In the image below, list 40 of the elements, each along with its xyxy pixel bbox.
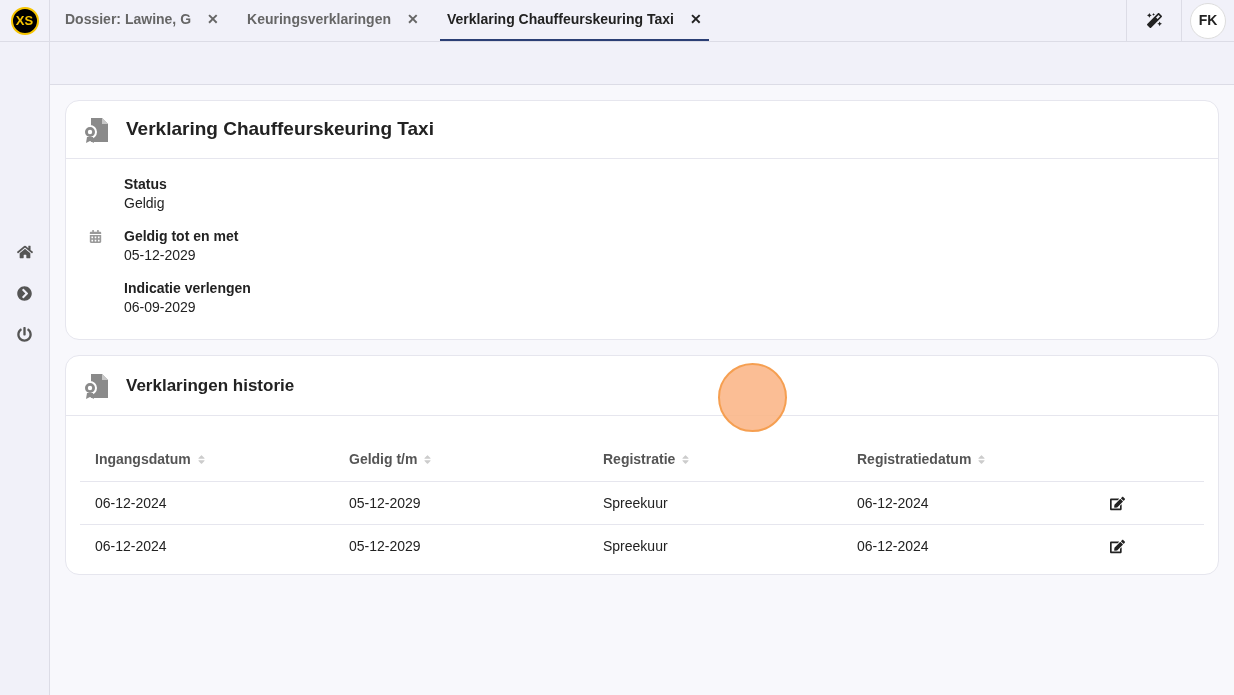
field-label: Geldig tot en met	[124, 227, 239, 246]
table-cell-text: 06-12-2024	[856, 537, 930, 556]
sort-icon	[680, 454, 692, 465]
table-cell-text: 06-12-2024	[856, 493, 930, 513]
card-title: Verklaring Chauffeurskeuring Taxi	[126, 117, 434, 142]
power-icon[interactable]	[17, 327, 32, 342]
table-cell-text: 05-12-2029	[348, 537, 422, 556]
field-value: Geldig	[124, 194, 166, 213]
sort-icon	[195, 454, 207, 465]
tab[interactable]: Verklaring Chauffeurskeuring Taxi ✕	[440, 0, 709, 41]
column-header[interactable]: Registratie	[588, 449, 842, 470]
table-cell-text: Spreekuur	[602, 537, 669, 556]
table-cell-text: 06-12-2024	[94, 537, 168, 556]
edit-icon[interactable]	[1110, 539, 1125, 554]
field-label: Indicatie verlengen	[124, 279, 251, 298]
tab[interactable]: Keuringsverklaringen ✕	[240, 0, 426, 41]
sort-icon	[422, 454, 434, 465]
home-icon[interactable]	[16, 244, 33, 260]
calendar-icon	[88, 230, 102, 243]
close-tab-button[interactable]: ✕	[207, 9, 220, 30]
column-header[interactable]: Registratiedatum	[842, 449, 1096, 470]
table-cell-text: 05-12-2029	[348, 493, 422, 513]
logo[interactable]: XS	[10, 6, 39, 35]
column-header[interactable]: Geldig t/m	[334, 449, 588, 470]
field-label: Status	[124, 175, 167, 194]
certificate-document-icon	[82, 371, 110, 400]
table-cell-text: Spreekuur	[602, 493, 669, 513]
tab[interactable]: Dossier: Lawine, G ✕	[58, 0, 227, 41]
table-cell-text: 06-12-2024	[94, 493, 168, 513]
column-header[interactable]: Ingangsdatum	[80, 449, 334, 470]
user-avatar[interactable]: FK	[1190, 2, 1226, 39]
edit-icon[interactable]	[1110, 495, 1125, 511]
magic-wand-icon[interactable]	[1146, 13, 1162, 28]
field-value: 06-09-2029	[124, 298, 197, 317]
field-value: 05-12-2029	[124, 246, 197, 265]
sort-icon	[976, 454, 988, 465]
certificate-document-icon	[82, 115, 110, 144]
close-tab-button[interactable]: ✕	[689, 9, 702, 30]
close-tab-button[interactable]: ✕	[407, 9, 419, 30]
card-title: Verklaringen historie	[126, 374, 295, 397]
